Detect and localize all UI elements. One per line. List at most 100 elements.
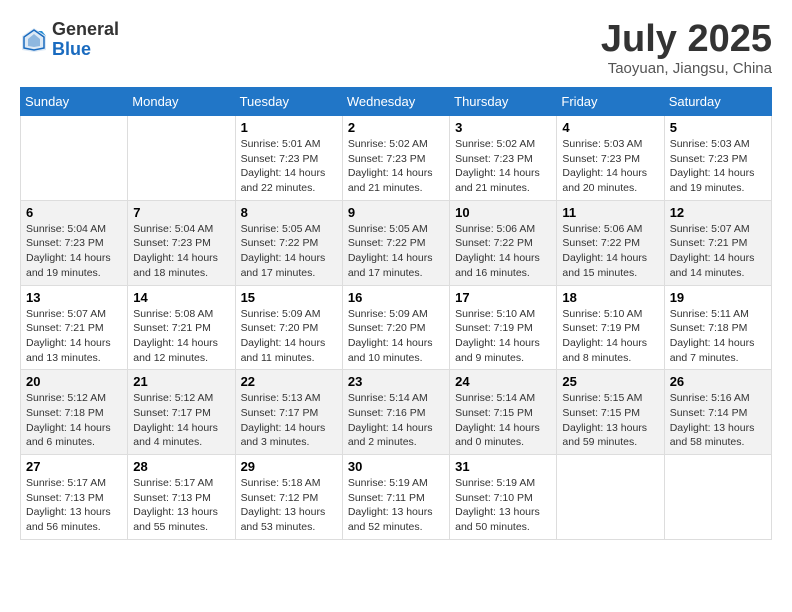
- calendar-cell: 20 Sunrise: 5:12 AMSunset: 7:18 PMDayligh…: [21, 370, 128, 455]
- day-info: Sunrise: 5:04 AMSunset: 7:23 PMDaylight:…: [26, 222, 122, 281]
- day-info: Sunrise: 5:07 AMSunset: 7:21 PMDaylight:…: [26, 307, 122, 366]
- page-header: General Blue July 2025 Taoyuan, Jiangsu,…: [20, 20, 772, 77]
- logo-text: General Blue: [52, 20, 119, 60]
- calendar-cell: [557, 455, 664, 540]
- calendar-cell: [21, 116, 128, 201]
- calendar-cell: 1 Sunrise: 5:01 AMSunset: 7:23 PMDaylight…: [235, 116, 342, 201]
- calendar-week-row: 20 Sunrise: 5:12 AMSunset: 7:18 PMDayligh…: [21, 370, 772, 455]
- day-number: 27: [26, 459, 122, 474]
- day-info: Sunrise: 5:04 AMSunset: 7:23 PMDaylight:…: [133, 222, 229, 281]
- day-info: Sunrise: 5:05 AMSunset: 7:22 PMDaylight:…: [241, 222, 337, 281]
- title-area: July 2025 Taoyuan, Jiangsu, China: [601, 20, 772, 77]
- day-number: 10: [455, 205, 551, 220]
- day-number: 25: [562, 374, 658, 389]
- weekday-header-sunday: Sunday: [21, 88, 128, 116]
- calendar-cell: 4 Sunrise: 5:03 AMSunset: 7:23 PMDaylight…: [557, 116, 664, 201]
- calendar-cell: 7Sunrise: 5:04 AMSunset: 7:23 PMDaylight…: [128, 200, 235, 285]
- day-info: Sunrise: 5:19 AMSunset: 7:10 PMDaylight:…: [455, 476, 551, 535]
- day-info: Sunrise: 5:19 AMSunset: 7:11 PMDaylight:…: [348, 476, 444, 535]
- day-number: 29: [241, 459, 337, 474]
- day-info: Sunrise: 5:10 AMSunset: 7:19 PMDaylight:…: [562, 307, 658, 366]
- logo-general-text: General: [52, 20, 119, 40]
- logo: General Blue: [20, 20, 119, 60]
- day-info: Sunrise: 5:06 AMSunset: 7:22 PMDaylight:…: [562, 222, 658, 281]
- calendar-table: SundayMondayTuesdayWednesdayThursdayFrid…: [20, 87, 772, 540]
- day-info: Sunrise: 5:05 AMSunset: 7:22 PMDaylight:…: [348, 222, 444, 281]
- calendar-cell: 13 Sunrise: 5:07 AMSunset: 7:21 PMDayligh…: [21, 285, 128, 370]
- day-number: 8: [241, 205, 337, 220]
- calendar-cell: 25 Sunrise: 5:15 AMSunset: 7:15 PMDayligh…: [557, 370, 664, 455]
- day-info: Sunrise: 5:18 AMSunset: 7:12 PMDaylight:…: [241, 476, 337, 535]
- day-info: Sunrise: 5:17 AMSunset: 7:13 PMDaylight:…: [133, 476, 229, 535]
- day-number: 24: [455, 374, 551, 389]
- day-number: 16: [348, 290, 444, 305]
- day-info: Sunrise: 5:06 AMSunset: 7:22 PMDaylight:…: [455, 222, 551, 281]
- day-number: 3: [455, 120, 551, 135]
- calendar-cell: 24 Sunrise: 5:14 AMSunset: 7:15 PMDayligh…: [450, 370, 557, 455]
- calendar-cell: 18 Sunrise: 5:10 AMSunset: 7:19 PMDayligh…: [557, 285, 664, 370]
- calendar-week-row: 1 Sunrise: 5:01 AMSunset: 7:23 PMDaylight…: [21, 116, 772, 201]
- calendar-cell: [664, 455, 771, 540]
- day-number: 2: [348, 120, 444, 135]
- calendar-week-row: 6 Sunrise: 5:04 AMSunset: 7:23 PMDaylight…: [21, 200, 772, 285]
- calendar-cell: 8 Sunrise: 5:05 AMSunset: 7:22 PMDaylight…: [235, 200, 342, 285]
- calendar-cell: 10 Sunrise: 5:06 AMSunset: 7:22 PMDayligh…: [450, 200, 557, 285]
- weekday-header-thursday: Thursday: [450, 88, 557, 116]
- calendar-cell: [128, 116, 235, 201]
- day-number: 5: [670, 120, 766, 135]
- weekday-header-friday: Friday: [557, 88, 664, 116]
- day-number: 20: [26, 374, 122, 389]
- day-number: 1: [241, 120, 337, 135]
- day-info: Sunrise: 5:12 AMSunset: 7:18 PMDaylight:…: [26, 391, 122, 450]
- day-info: Sunrise: 5:08 AMSunset: 7:21 PMDaylight:…: [133, 307, 229, 366]
- day-number: 21: [133, 374, 229, 389]
- calendar-cell: 21Sunrise: 5:12 AMSunset: 7:17 PMDayligh…: [128, 370, 235, 455]
- weekday-header-saturday: Saturday: [664, 88, 771, 116]
- calendar-cell: 14 Sunrise: 5:08 AMSunset: 7:21 PMDayligh…: [128, 285, 235, 370]
- day-number: 14: [133, 290, 229, 305]
- day-number: 11: [562, 205, 658, 220]
- day-info: Sunrise: 5:11 AMSunset: 7:18 PMDaylight:…: [670, 307, 766, 366]
- logo-blue-text: Blue: [52, 40, 119, 60]
- calendar-cell: 26Sunrise: 5:16 AMSunset: 7:14 PMDayligh…: [664, 370, 771, 455]
- day-number: 17: [455, 290, 551, 305]
- weekday-header-tuesday: Tuesday: [235, 88, 342, 116]
- day-info: Sunrise: 5:16 AMSunset: 7:14 PMDaylight:…: [670, 391, 766, 450]
- day-number: 6: [26, 205, 122, 220]
- calendar-cell: 27 Sunrise: 5:17 AMSunset: 7:13 PMDayligh…: [21, 455, 128, 540]
- weekday-header-row: SundayMondayTuesdayWednesdayThursdayFrid…: [21, 88, 772, 116]
- calendar-cell: 22Sunrise: 5:13 AMSunset: 7:17 PMDayligh…: [235, 370, 342, 455]
- calendar-cell: 16Sunrise: 5:09 AMSunset: 7:20 PMDayligh…: [342, 285, 449, 370]
- month-title: July 2025: [601, 20, 772, 58]
- day-number: 31: [455, 459, 551, 474]
- calendar-cell: 17Sunrise: 5:10 AMSunset: 7:19 PMDayligh…: [450, 285, 557, 370]
- day-info: Sunrise: 5:03 AMSunset: 7:23 PMDaylight:…: [670, 137, 766, 196]
- calendar-cell: 11 Sunrise: 5:06 AMSunset: 7:22 PMDayligh…: [557, 200, 664, 285]
- day-info: Sunrise: 5:01 AMSunset: 7:23 PMDaylight:…: [241, 137, 337, 196]
- location-text: Taoyuan, Jiangsu, China: [601, 60, 772, 77]
- calendar-cell: 19 Sunrise: 5:11 AMSunset: 7:18 PMDayligh…: [664, 285, 771, 370]
- day-number: 23: [348, 374, 444, 389]
- calendar-cell: 23Sunrise: 5:14 AMSunset: 7:16 PMDayligh…: [342, 370, 449, 455]
- day-number: 28: [133, 459, 229, 474]
- calendar-cell: 5 Sunrise: 5:03 AMSunset: 7:23 PMDaylight…: [664, 116, 771, 201]
- weekday-header-monday: Monday: [128, 88, 235, 116]
- calendar-cell: 30Sunrise: 5:19 AMSunset: 7:11 PMDayligh…: [342, 455, 449, 540]
- day-number: 4: [562, 120, 658, 135]
- day-number: 18: [562, 290, 658, 305]
- day-number: 12: [670, 205, 766, 220]
- calendar-cell: 3 Sunrise: 5:02 AMSunset: 7:23 PMDaylight…: [450, 116, 557, 201]
- calendar-cell: 15Sunrise: 5:09 AMSunset: 7:20 PMDayligh…: [235, 285, 342, 370]
- calendar-week-row: 13 Sunrise: 5:07 AMSunset: 7:21 PMDayligh…: [21, 285, 772, 370]
- day-info: Sunrise: 5:03 AMSunset: 7:23 PMDaylight:…: [562, 137, 658, 196]
- day-number: 13: [26, 290, 122, 305]
- day-info: Sunrise: 5:02 AMSunset: 7:23 PMDaylight:…: [455, 137, 551, 196]
- day-info: Sunrise: 5:17 AMSunset: 7:13 PMDaylight:…: [26, 476, 122, 535]
- day-info: Sunrise: 5:13 AMSunset: 7:17 PMDaylight:…: [241, 391, 337, 450]
- day-info: Sunrise: 5:09 AMSunset: 7:20 PMDaylight:…: [241, 307, 337, 366]
- day-info: Sunrise: 5:15 AMSunset: 7:15 PMDaylight:…: [562, 391, 658, 450]
- day-info: Sunrise: 5:14 AMSunset: 7:15 PMDaylight:…: [455, 391, 551, 450]
- day-number: 19: [670, 290, 766, 305]
- day-info: Sunrise: 5:07 AMSunset: 7:21 PMDaylight:…: [670, 222, 766, 281]
- calendar-cell: 31 Sunrise: 5:19 AMSunset: 7:10 PMDayligh…: [450, 455, 557, 540]
